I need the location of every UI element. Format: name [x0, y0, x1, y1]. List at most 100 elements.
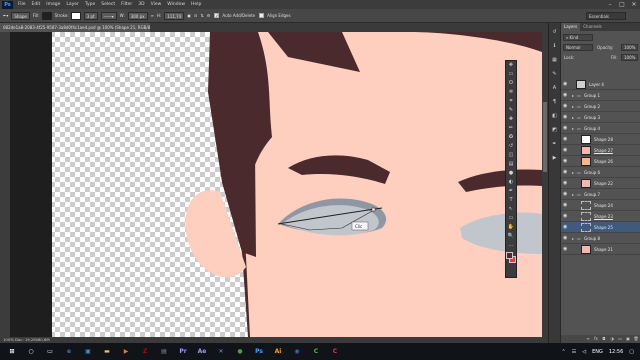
menu-filter[interactable]: Filter — [118, 2, 135, 7]
layer-row[interactable]: ◉ Layer 4 — [561, 79, 640, 90]
layer-row[interactable]: ◉ ▸ ▭ Group 2 — [561, 101, 640, 112]
height-field[interactable]: 111,74 — [164, 11, 185, 20]
history-icon[interactable]: ↺ — [506, 142, 516, 151]
layer-row[interactable]: ◉ Shape 28 — [561, 134, 640, 145]
menu-3d[interactable]: 3D — [135, 2, 147, 7]
foreground-color-swatch[interactable] — [506, 252, 513, 259]
premiere-icon[interactable]: Pr — [176, 346, 190, 358]
path-align-icon[interactable]: ⊟ — [194, 13, 197, 18]
fill-swatch[interactable] — [41, 11, 52, 20]
visibility-eye-icon[interactable]: ◉ — [563, 81, 569, 87]
dodge-icon[interactable]: ◐ — [506, 178, 516, 187]
lasso-icon[interactable]: ʘ — [506, 79, 516, 88]
group-expand-icon[interactable]: ▸ — [572, 115, 576, 120]
visibility-eye-icon[interactable]: ◉ — [563, 191, 569, 197]
blend-mode-select[interactable]: Normal — [563, 44, 593, 51]
layer-row[interactable]: ◉ ▸ ▭ Group 4 — [561, 123, 640, 134]
visibility-eye-icon[interactable]: ◉ — [563, 235, 569, 241]
edge-icon[interactable]: e — [62, 346, 76, 358]
visibility-eye-icon[interactable]: ◉ — [563, 125, 569, 131]
align-edges-checkbox[interactable] — [259, 13, 265, 18]
adjustment-icon[interactable]: ◑ — [608, 335, 616, 343]
new-layer-icon[interactable]: ▣ — [624, 335, 632, 343]
filezilla-icon[interactable]: Z — [138, 346, 152, 358]
more-icon[interactable]: … — [506, 241, 516, 250]
layer-row[interactable]: ◉ ▸ ▭ Group 7 — [561, 189, 640, 200]
folder-icon[interactable]: ▭ — [616, 335, 624, 343]
fill-field[interactable]: 100% — [621, 54, 638, 61]
document-tab[interactable]: 082de1a8-2083-4f25-9587-3a8d0f4c1ae4.psd… — [0, 23, 150, 32]
visibility-eye-icon[interactable]: ◉ — [563, 213, 569, 219]
maximize-button[interactable]: □ — [616, 0, 628, 9]
layer-row[interactable]: ◉ Shape 25 — [561, 222, 640, 233]
close-button[interactable]: ✕ — [628, 0, 640, 9]
visibility-eye-icon[interactable]: ◉ — [563, 136, 569, 142]
layer-row[interactable]: ◉ ▸ ▭ Group 1 — [561, 90, 640, 101]
scroll-thumb[interactable] — [543, 102, 547, 172]
tab-layers[interactable]: Layers — [561, 23, 581, 31]
path-ops-icon[interactable]: ▣ — [187, 13, 191, 18]
menu-layer[interactable]: Layer — [63, 2, 82, 7]
tool-mode-select[interactable]: Shape — [11, 11, 30, 20]
stroke-width-field[interactable]: 3 pt — [83, 11, 98, 20]
group-expand-icon[interactable]: ▸ — [572, 170, 576, 175]
width-field[interactable]: 300 px — [127, 11, 148, 20]
minimize-button[interactable]: – — [604, 0, 616, 9]
zoom-icon[interactable]: 🔍 — [506, 232, 516, 241]
pen-tool-preset-icon[interactable]: ✒▾ — [3, 13, 8, 18]
menu-help[interactable]: Help — [188, 2, 204, 7]
auto-add-delete-checkbox[interactable]: ✓ — [214, 13, 220, 18]
layer-row[interactable]: ◉ ▸ ▭ Group 3 — [561, 112, 640, 123]
actions-icon[interactable]: ▶ — [550, 153, 560, 163]
vscode-icon[interactable]: ✕ — [214, 346, 228, 358]
settings-gear-icon[interactable]: ⚙ — [207, 13, 211, 18]
store-icon[interactable]: ▣ — [81, 346, 95, 358]
group-expand-icon[interactable]: ▸ — [572, 126, 576, 131]
type-icon[interactable]: T — [506, 196, 516, 205]
trash-icon[interactable]: 🗑 — [632, 335, 640, 343]
heal-icon[interactable]: ✚ — [506, 115, 516, 124]
network-icon[interactable]: ☷ — [572, 349, 576, 355]
menu-view[interactable]: View — [148, 2, 165, 7]
illustrator-icon[interactable]: Ai — [271, 346, 285, 358]
gradient-icon[interactable]: ▤ — [506, 160, 516, 169]
visibility-eye-icon[interactable]: ◉ — [563, 103, 569, 109]
fx-icon[interactable]: fx — [592, 335, 600, 343]
tray-arrow-icon[interactable]: ⌃ — [562, 349, 566, 355]
cinema4d-icon[interactable]: ◉ — [290, 346, 304, 358]
move-icon[interactable]: ✥ — [506, 61, 516, 70]
pen-icon[interactable]: ✒ — [506, 187, 516, 196]
menu-edit[interactable]: Edit — [29, 2, 44, 7]
visibility-eye-icon[interactable]: ◉ — [563, 202, 569, 208]
layer-row[interactable]: ◉ Shape 26 — [561, 156, 640, 167]
history-icon[interactable]: ↺ — [550, 27, 560, 37]
search-icon[interactable]: ○ — [24, 346, 38, 358]
properties-icon[interactable]: ℹ — [550, 41, 560, 51]
menu-select[interactable]: Select — [98, 2, 118, 7]
layer-row[interactable]: ◉ Shape 22 — [561, 178, 640, 189]
blur-icon[interactable]: ● — [506, 169, 516, 178]
channels-icon[interactable]: ◩ — [550, 125, 560, 135]
character-icon[interactable]: A — [550, 83, 560, 93]
layer-filter-kind[interactable]: ⌕ Kind — [563, 34, 593, 41]
shape-icon[interactable]: ▭ — [506, 214, 516, 223]
workspace-select[interactable]: Essentials — [586, 12, 626, 20]
visibility-eye-icon[interactable]: ◉ — [563, 147, 569, 153]
eyedropper-icon[interactable]: ✎ — [506, 106, 516, 115]
visibility-eye-icon[interactable]: ◉ — [563, 158, 569, 164]
ps-app-icon[interactable]: ▤ — [157, 346, 171, 358]
anchor-point[interactable] — [371, 207, 376, 212]
visibility-eye-icon[interactable]: ◉ — [563, 92, 569, 98]
stroke-swatch[interactable] — [70, 11, 81, 20]
stroke-type-select[interactable]: ——▾ — [100, 11, 117, 20]
hand-icon[interactable]: ✋ — [506, 223, 516, 232]
visibility-eye-icon[interactable]: ◉ — [563, 180, 569, 186]
stamp-icon[interactable]: ✪ — [506, 133, 516, 142]
canvas[interactable]: Clic — [10, 32, 542, 337]
layer-row[interactable]: ◉ ▸ ▭ Group 8 — [561, 233, 640, 244]
task-view-icon[interactable]: ▭ — [43, 346, 57, 358]
swatches-icon[interactable]: ▦ — [550, 55, 560, 65]
windows-start-icon[interactable]: ⊞ — [5, 346, 19, 358]
layer-row[interactable]: ◉ Shape 27 — [561, 145, 640, 156]
layer-row[interactable]: ◉ ▸ ▭ Group 6 — [561, 167, 640, 178]
